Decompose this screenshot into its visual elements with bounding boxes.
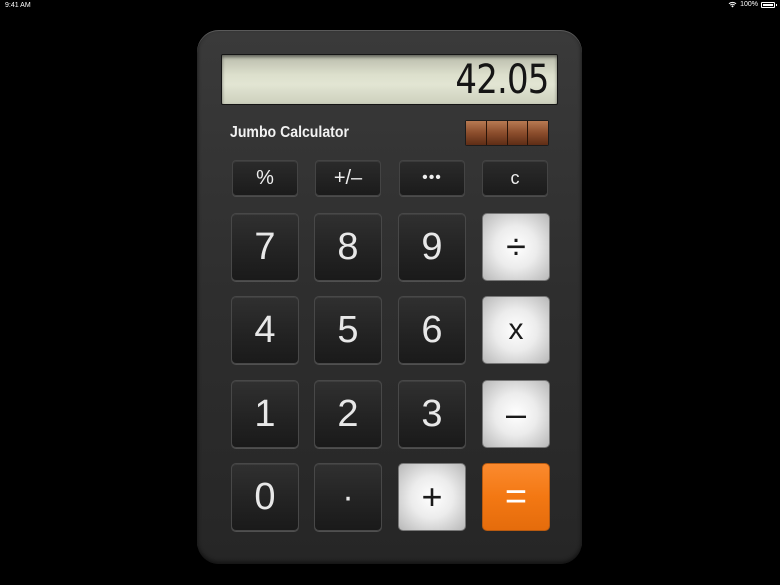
display-value: 42.05 [455,57,550,103]
digit-0-button[interactable]: 0 [231,463,299,531]
add-button[interactable]: + [398,463,466,531]
calculator-body: 42.05 Jumbo Calculator % +/– ••• c 7 8 9… [197,30,582,564]
plus-minus-button[interactable]: +/– [315,160,381,196]
digit-1-button[interactable]: 1 [231,380,299,448]
solar-cell [507,121,529,145]
status-bar: 9:41 AM 100% [0,0,780,12]
digit-6-button[interactable]: 6 [398,296,466,364]
percent-button[interactable]: % [232,160,298,196]
digit-9-button[interactable]: 9 [398,213,466,281]
multiply-button[interactable]: x [482,296,550,364]
solar-cell [486,121,508,145]
solar-panel-icon [465,120,549,146]
calculator-display: 42.05 [221,54,558,105]
app-brand-label: Jumbo Calculator [230,124,349,141]
digit-5-button[interactable]: 5 [314,296,382,364]
subtract-button[interactable]: – [482,380,550,448]
status-right: 100% [728,1,777,8]
solar-cell [466,121,487,145]
wifi-icon [728,1,737,8]
battery-percent: 100% [740,1,758,8]
more-button[interactable]: ••• [399,160,465,196]
digit-8-button[interactable]: 8 [314,213,382,281]
clear-button[interactable]: c [482,160,548,196]
battery-icon [761,1,777,8]
divide-button[interactable]: ÷ [482,213,550,281]
digit-4-button[interactable]: 4 [231,296,299,364]
solar-cell [528,121,548,145]
equals-button[interactable]: = [482,463,550,531]
digit-2-button[interactable]: 2 [314,380,382,448]
digit-3-button[interactable]: 3 [398,380,466,448]
status-time: 9:41 AM [5,2,31,9]
digit-7-button[interactable]: 7 [231,213,299,281]
decimal-button[interactable]: · [314,463,382,531]
